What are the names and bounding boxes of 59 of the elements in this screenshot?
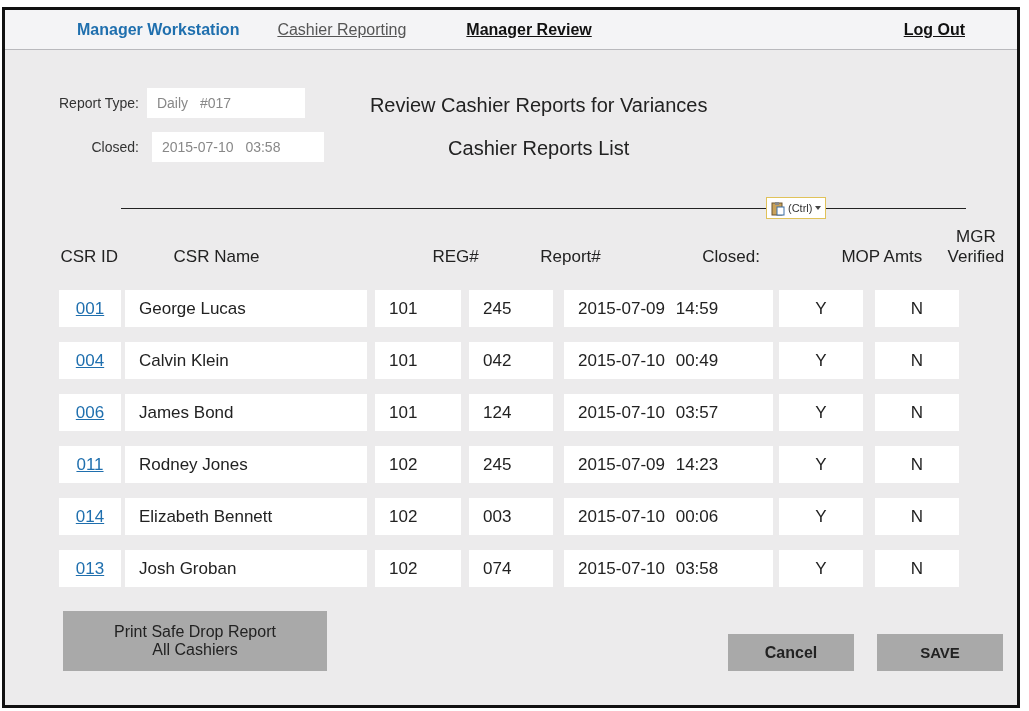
column-header: Closed: bbox=[701, 247, 761, 267]
brand-link[interactable]: Manager Workstation bbox=[77, 20, 240, 39]
paste-options-button[interactable]: (Ctrl) bbox=[766, 197, 827, 219]
table-cell: Y bbox=[779, 550, 863, 587]
table-cell: N bbox=[875, 498, 959, 535]
table-cell: 101 bbox=[375, 342, 461, 379]
nav-tab[interactable]: Cashier Reporting bbox=[277, 20, 407, 39]
clipboard-icon bbox=[771, 200, 785, 216]
table-cell: N bbox=[875, 342, 959, 379]
table-cell: N bbox=[875, 394, 959, 431]
table-cell: 102 bbox=[375, 550, 461, 587]
table-cell: 102 bbox=[375, 498, 461, 535]
table-cell: Y bbox=[779, 394, 863, 431]
table-cell: 245 bbox=[469, 290, 553, 327]
nav-tab[interactable]: Manager Review bbox=[466, 20, 592, 39]
field-label: Report Type: bbox=[59, 95, 139, 111]
table-cell: Josh Groban bbox=[125, 550, 367, 587]
table-cell: Y bbox=[779, 342, 863, 379]
table-cell: 245 bbox=[469, 446, 553, 483]
report-type-field: Daily #017 bbox=[146, 88, 305, 118]
table-cell: Y bbox=[779, 290, 863, 327]
table-cell: 2015-07-10 03:58 bbox=[564, 550, 773, 587]
closed-field: 2015-07-10 03:58 bbox=[151, 132, 324, 162]
table-cell: N bbox=[875, 550, 959, 587]
table-cell: Elizabeth Bennett bbox=[125, 498, 367, 535]
list-title: Cashier Reports List bbox=[448, 137, 630, 160]
table-cell: 2015-07-10 00:49 bbox=[564, 342, 773, 379]
print-report-button[interactable]: Print Safe Drop Report All Cashiers bbox=[63, 611, 327, 671]
caret-icon bbox=[815, 206, 822, 210]
column-header: MOP Amts bbox=[840, 247, 923, 267]
table-cell: Y bbox=[779, 498, 863, 535]
cancel-button[interactable]: Cancel bbox=[728, 634, 854, 671]
table-cell: 101 bbox=[375, 290, 461, 327]
table-cell: 2015-07-09 14:23 bbox=[564, 446, 773, 483]
field-label: Closed: bbox=[90, 139, 139, 155]
table-cell: 124 bbox=[469, 394, 553, 431]
table-cell: Calvin Klein bbox=[125, 342, 367, 379]
table-cell: 003 bbox=[469, 498, 553, 535]
table-cell: 074 bbox=[469, 550, 553, 587]
table-cell: George Lucas bbox=[125, 290, 367, 327]
logout-link[interactable]: Log Out bbox=[903, 20, 965, 39]
table-cell: Rodney Jones bbox=[125, 446, 367, 483]
table-cell: N bbox=[875, 446, 959, 483]
table-cell: N bbox=[875, 290, 959, 327]
table-cell: James Bond bbox=[125, 394, 367, 431]
column-header: REG# bbox=[431, 247, 480, 267]
column-header: Report# bbox=[539, 247, 602, 267]
table-cell: Y bbox=[779, 446, 863, 483]
column-header: MGR Verified bbox=[946, 227, 1006, 267]
column-header: CSR ID bbox=[59, 247, 120, 267]
column-header: CSR Name bbox=[172, 247, 261, 267]
table-cell: 2015-07-10 03:57 bbox=[564, 394, 773, 431]
table-cell: 042 bbox=[469, 342, 553, 379]
table-cell: 101 bbox=[375, 394, 461, 431]
page-title: Review Cashier Reports for Variances bbox=[369, 94, 708, 117]
table-cell: 2015-07-09 14:59 bbox=[564, 290, 773, 327]
table-cell: 102 bbox=[375, 446, 461, 483]
table-cell: 2015-07-10 00:06 bbox=[564, 498, 773, 535]
save-button[interactable]: SAVE bbox=[877, 634, 1003, 671]
